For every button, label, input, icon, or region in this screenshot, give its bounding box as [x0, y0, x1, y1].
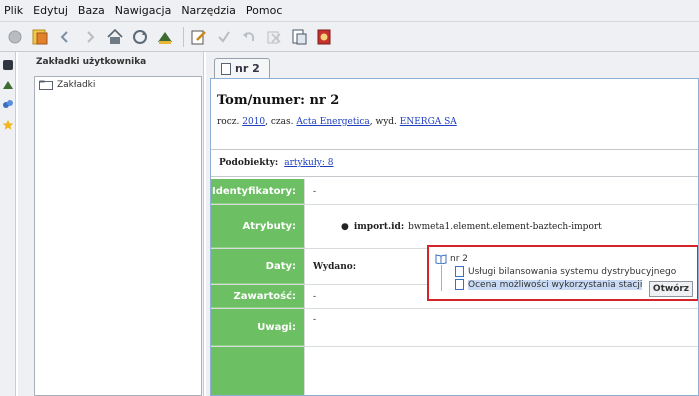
year-prefix: rocz.	[217, 117, 240, 127]
identifiers-label: Identyfikatory:	[211, 179, 305, 204]
subobjects-label: Podobiekty:	[219, 158, 279, 168]
stop-icon[interactable]	[4, 26, 26, 48]
copy-icon[interactable]	[288, 26, 310, 48]
journal-prefix: , czas.	[265, 117, 294, 127]
folder-icon	[39, 80, 53, 90]
menu-edytuj[interactable]: Edytuj	[33, 4, 68, 17]
forward-icon[interactable]	[79, 26, 101, 48]
bookmarks-tree[interactable]: Zakładki	[34, 76, 202, 396]
publisher-link[interactable]: ENERGA SA	[400, 117, 457, 127]
notes-value: -	[313, 315, 317, 325]
menu-nawigacja[interactable]: Nawigacja	[115, 4, 172, 17]
record-view: Tom/numer: nr 2 rocz. 2010, czas. Acta E…	[210, 78, 699, 396]
database-icon[interactable]	[1, 58, 15, 72]
bookmarks-panel: Zakładki użytkownika Zakładki	[18, 52, 204, 396]
identifiers-value: -	[313, 186, 317, 197]
popup-root[interactable]: nr 2	[435, 252, 691, 265]
browse-icon[interactable]	[1, 98, 15, 112]
home-icon[interactable]	[104, 26, 126, 48]
star-icon[interactable]	[1, 118, 15, 132]
tree-value	[305, 347, 698, 395]
bookmarks-header: Zakładki użytkownika	[36, 57, 147, 67]
check-icon[interactable]	[213, 26, 235, 48]
row-identifiers: Identyfikatory: -	[211, 179, 698, 205]
back-icon[interactable]	[54, 26, 76, 48]
edit-icon[interactable]	[188, 26, 210, 48]
popup-root-label: nr 2	[450, 253, 468, 264]
attributes-label: Atrybuty:	[211, 205, 305, 248]
document-icon	[455, 266, 464, 277]
main-area: nr 2 Tom/numer: nr 2 rocz. 2010, czas. A…	[206, 52, 699, 396]
library-icon[interactable]	[1, 78, 15, 92]
attribute-key: import.id:	[353, 221, 405, 232]
subobjects-link[interactable]: artykuły: 8	[284, 158, 333, 168]
tab-label: nr 2	[235, 62, 260, 75]
delete-icon[interactable]	[313, 26, 335, 48]
content-label: Zawartość:	[211, 285, 305, 308]
open-button[interactable]: Otwórz	[649, 281, 693, 297]
record-title: Tom/numer: nr 2	[217, 93, 340, 108]
toolbar	[0, 22, 699, 52]
document-icon	[221, 62, 231, 75]
left-icon-strip	[0, 52, 16, 396]
cancel-icon[interactable]	[263, 26, 285, 48]
menu-bar: Plik Edytuj Baza Nawigacja Narzędzia Pom…	[0, 0, 699, 22]
menu-narzedzia[interactable]: Narzędzia	[181, 4, 236, 17]
row-attributes: Atrybuty: ● import.id: bwmeta1.element.e…	[211, 205, 698, 249]
menu-plik[interactable]: Plik	[4, 4, 23, 17]
year-link[interactable]: 2010	[242, 117, 265, 127]
library-icon[interactable]	[154, 26, 176, 48]
menu-pomoc[interactable]: Pomoc	[246, 4, 282, 17]
undo-icon[interactable]	[238, 26, 260, 48]
bookmark-icon[interactable]	[29, 26, 51, 48]
popup-item-label: Usługi bilansowania systemu dystrybucyjn…	[468, 266, 677, 277]
attributes-value: ● import.id: bwmeta1.element.element-baz…	[305, 205, 698, 248]
record-source-line: rocz. 2010, czas. Acta Energetica, wyd. …	[217, 117, 692, 127]
document-icon	[455, 279, 464, 290]
record-header: Tom/numer: nr 2 rocz. 2010, czas. Acta E…	[211, 79, 698, 149]
book-icon	[435, 253, 447, 264]
bullet-icon: ●	[341, 221, 349, 232]
tab-bar: nr 2	[206, 52, 699, 78]
bookmarks-root-label: Zakładki	[57, 80, 96, 90]
publisher-prefix: , wyd.	[369, 117, 397, 127]
dates-label: Daty:	[211, 249, 305, 284]
toolbar-separator	[183, 26, 184, 47]
bookmarks-root[interactable]: Zakładki	[35, 77, 201, 93]
refresh-icon[interactable]	[129, 26, 151, 48]
notes-label: Uwagi:	[211, 309, 305, 346]
journal-link[interactable]: Acta Energetica	[296, 117, 369, 127]
subobjects-row: Podobiekty: artykuły: 8	[211, 149, 698, 177]
popup-item-label: Ocena możliwości wykorzystania stacji	[468, 279, 643, 290]
tab-nr-2[interactable]: nr 2	[214, 58, 270, 78]
popup-item-1[interactable]: Usługi bilansowania systemu dystrybucyjn…	[435, 265, 691, 278]
subobjects-tree-popup[interactable]: nr 2 Usługi bilansowania systemu dystryb…	[427, 245, 698, 301]
row-notes: Uwagi: -	[211, 309, 698, 347]
tree-label	[211, 347, 305, 395]
row-tree	[211, 347, 698, 395]
menu-baza[interactable]: Baza	[78, 4, 105, 17]
attribute-value: bwmeta1.element.element-baztech-import	[408, 221, 602, 232]
